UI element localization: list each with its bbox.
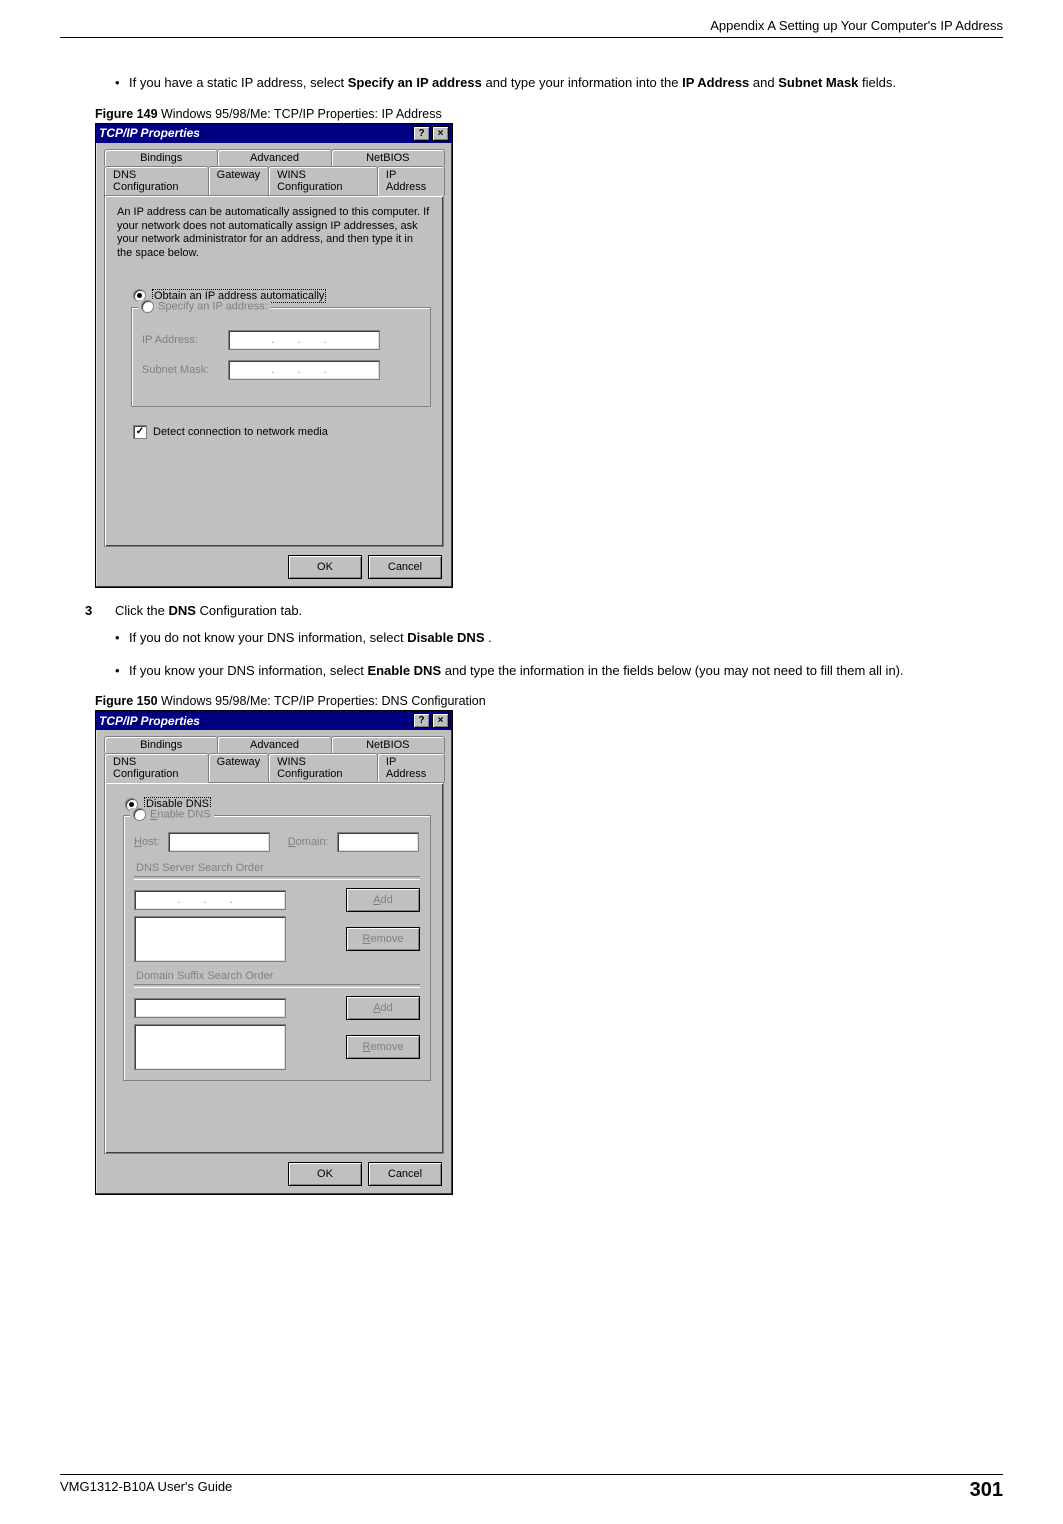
tab-wins-configuration[interactable]: WINS Configuration xyxy=(268,166,378,195)
list-domain-suffixes[interactable] xyxy=(134,1024,286,1070)
step-3: 3 Click the DNS Configuration tab. xyxy=(85,602,983,621)
bullet-static-ip: • If you have a static IP address, selec… xyxy=(115,74,983,93)
titlebar[interactable]: TCP/IP Properties ? × xyxy=(96,124,452,143)
dialog-title: TCP/IP Properties xyxy=(99,126,200,140)
dialog-title: TCP/IP Properties xyxy=(99,714,200,728)
tab-wins-configuration[interactable]: WINS Configuration xyxy=(268,753,378,782)
tab-dns-configuration[interactable]: DNS Configuration xyxy=(104,166,209,195)
add-suffix-button[interactable]: Add xyxy=(346,996,420,1020)
input-domain-suffix[interactable] xyxy=(134,998,286,1018)
close-icon[interactable]: × xyxy=(432,126,449,141)
ok-button[interactable]: OK xyxy=(288,1162,362,1186)
input-ip-address[interactable]: . . . xyxy=(228,330,380,350)
tab-advanced[interactable]: Advanced xyxy=(217,736,331,753)
remove-dns-button[interactable]: Remove xyxy=(346,927,420,951)
tab-gateway[interactable]: Gateway xyxy=(208,753,269,782)
close-icon[interactable]: × xyxy=(432,713,449,728)
ok-button[interactable]: OK xyxy=(288,555,362,579)
label-domain-suffix-order: Domain Suffix Search Order xyxy=(136,970,420,982)
input-subnet-mask[interactable]: . . . xyxy=(228,360,380,380)
input-domain[interactable] xyxy=(337,832,419,852)
label-host: Host: xyxy=(134,836,160,848)
tab-dns-configuration[interactable]: DNS Configuration xyxy=(104,753,209,783)
checkbox-detect-media[interactable]: ✓ Detect connection to network media xyxy=(133,425,431,439)
tab-netbios[interactable]: NetBIOS xyxy=(331,149,445,166)
tab-netbios[interactable]: NetBIOS xyxy=(331,736,445,753)
appendix-title: Appendix A Setting up Your Computer's IP… xyxy=(710,18,1003,33)
cancel-button[interactable]: Cancel xyxy=(368,555,442,579)
radio-enable-dns[interactable]: Enable DNS xyxy=(130,808,214,821)
figure-150-caption: Figure 150 Windows 95/98/Me: TCP/IP Prop… xyxy=(95,694,983,708)
radio-specify-ip[interactable]: Specify an IP address: xyxy=(138,300,271,313)
page-footer: VMG1312-B10A User's Guide 301 xyxy=(60,1474,1003,1502)
label-dns-search-order: DNS Server Search Order xyxy=(136,862,420,874)
tcpip-dialog-ipaddress: TCP/IP Properties ? × Bindings Advanced … xyxy=(95,123,453,588)
specify-ip-group: Specify an IP address: IP Address: . . .… xyxy=(131,307,431,407)
remove-suffix-button[interactable]: Remove xyxy=(346,1035,420,1059)
tab-gateway[interactable]: Gateway xyxy=(208,166,269,195)
tab-bindings[interactable]: Bindings xyxy=(104,736,218,753)
enable-dns-group: Enable DNS Host: Domain: DNS Server Sear… xyxy=(123,815,431,1081)
help-icon[interactable]: ? xyxy=(413,713,430,728)
tab-bindings[interactable]: Bindings xyxy=(104,149,218,166)
page-header: Appendix A Setting up Your Computer's IP… xyxy=(60,18,1003,38)
bullet-enable-dns: • If you know your DNS information, sele… xyxy=(115,662,983,681)
checkmark-icon: ✓ xyxy=(133,425,147,439)
label-subnet-mask: Subnet Mask: xyxy=(142,364,228,376)
add-dns-button[interactable]: Add xyxy=(346,888,420,912)
label-ip-address: IP Address: xyxy=(142,334,228,346)
bullet-dot: • xyxy=(115,74,129,93)
footer-page-number: 301 xyxy=(970,1479,1003,1502)
tab-ip-address[interactable]: IP Address xyxy=(377,753,445,782)
footer-guide-name: VMG1312-B10A User's Guide xyxy=(60,1479,232,1502)
titlebar[interactable]: TCP/IP Properties ? × xyxy=(96,711,452,730)
input-dns-server[interactable]: . . . xyxy=(134,890,286,910)
bullet-disable-dns: • If you do not know your DNS informatio… xyxy=(115,629,983,648)
label-domain: Domain: xyxy=(288,836,329,848)
tab-ip-address[interactable]: IP Address xyxy=(377,166,445,196)
ip-info-text: An IP address can be automatically assig… xyxy=(117,206,431,261)
figure-149-caption: Figure 149 Windows 95/98/Me: TCP/IP Prop… xyxy=(95,107,983,121)
cancel-button[interactable]: Cancel xyxy=(368,1162,442,1186)
input-host[interactable] xyxy=(168,832,270,852)
help-icon[interactable]: ? xyxy=(413,126,430,141)
tab-advanced[interactable]: Advanced xyxy=(217,149,331,166)
tcpip-dialog-dns: TCP/IP Properties ? × Bindings Advanced … xyxy=(95,710,453,1195)
list-dns-servers[interactable] xyxy=(134,916,286,962)
